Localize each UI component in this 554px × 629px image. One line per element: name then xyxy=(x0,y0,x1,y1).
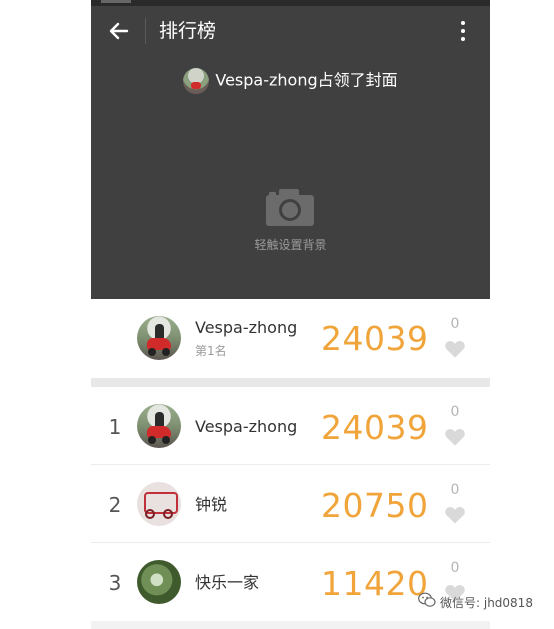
my-rank-card[interactable]: Vespa-zhong 第1名 24039 0 xyxy=(91,299,490,378)
toolbar: 排行榜 xyxy=(91,6,490,56)
avatar[interactable] xyxy=(137,316,181,360)
watermark-text: 微信号: jhd0818 xyxy=(440,596,533,610)
cover-header[interactable]: 排行榜 Vespa-zhong占领了封面 轻触设置背景 xyxy=(91,6,490,299)
wechat-icon xyxy=(418,592,436,615)
rank-number: 3 xyxy=(108,571,122,595)
my-rank-text: 第1名 xyxy=(195,344,227,358)
my-step-count: 24039 xyxy=(321,319,429,358)
user-name: 钟锐 xyxy=(195,495,228,514)
heart-icon[interactable] xyxy=(445,340,465,358)
like-count: 0 xyxy=(450,482,460,498)
step-count: 24039 xyxy=(321,408,429,447)
more-vert-icon[interactable] xyxy=(451,16,475,46)
my-like-count: 0 xyxy=(450,316,460,332)
heart-icon[interactable] xyxy=(445,506,465,524)
step-count: 11420 xyxy=(321,564,429,603)
rank-number: 1 xyxy=(108,415,122,439)
rank-number: 2 xyxy=(108,493,122,517)
step-count: 20750 xyxy=(321,486,429,525)
page-title: 排行榜 xyxy=(159,20,217,42)
wechat-watermark: 微信号: jhd0818 xyxy=(418,592,533,614)
cover-owner-text: Vespa-zhong占领了封面 xyxy=(215,70,398,90)
like-count: 0 xyxy=(450,560,460,576)
camera-icon[interactable] xyxy=(264,188,316,228)
user-name: 快乐一家 xyxy=(195,573,260,592)
toolbar-divider xyxy=(145,18,146,44)
user-name: Vespa-zhong xyxy=(195,417,298,436)
phone-screen: 排行榜 Vespa-zhong占领了封面 轻触设置背景 Vespa-zhong … xyxy=(91,0,490,629)
cover-owner-avatar xyxy=(183,68,210,94)
cover-owner-line: Vespa-zhong占领了封面 xyxy=(91,68,490,94)
set-background-hint[interactable]: 轻触设置背景 xyxy=(91,236,490,253)
leaderboard-row[interactable]: 1 Vespa-zhong 24039 0 xyxy=(91,387,490,465)
back-arrow-icon[interactable] xyxy=(105,17,133,45)
my-name: Vespa-zhong xyxy=(195,318,298,337)
section-separator xyxy=(91,378,490,387)
avatar[interactable] xyxy=(137,482,181,526)
leaderboard-row[interactable]: 2 钟锐 20750 0 xyxy=(91,465,490,543)
like-count: 0 xyxy=(450,404,460,420)
heart-icon[interactable] xyxy=(445,428,465,446)
avatar[interactable] xyxy=(137,404,181,448)
avatar[interactable] xyxy=(137,560,181,604)
